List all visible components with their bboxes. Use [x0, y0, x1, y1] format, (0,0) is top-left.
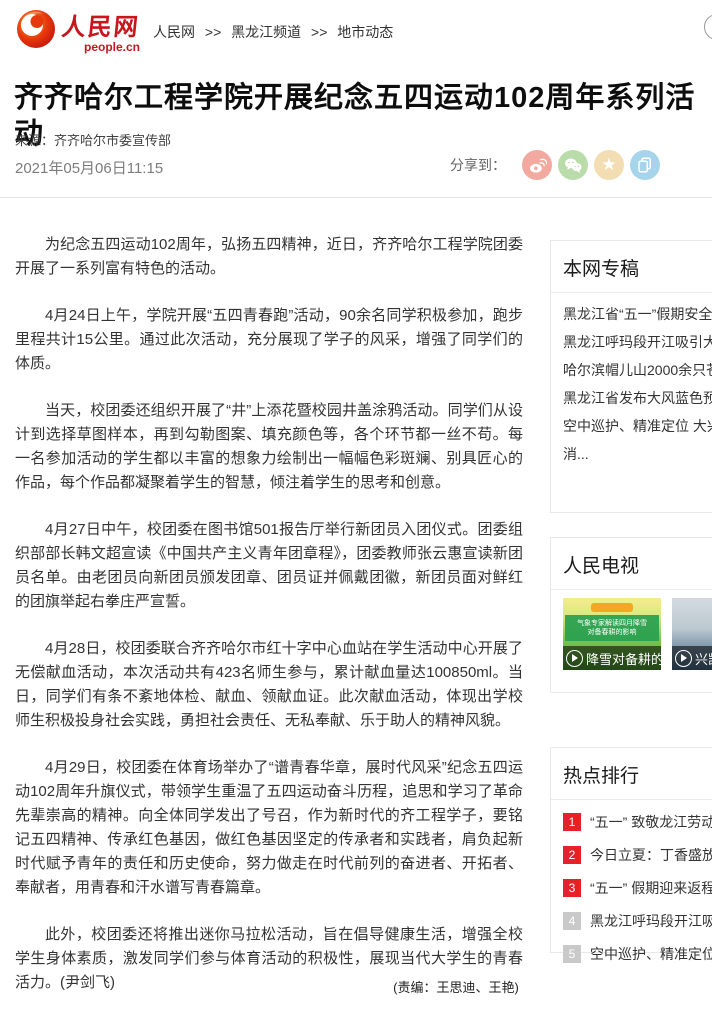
- breadcrumb-local-news[interactable]: 地市动态: [337, 24, 393, 40]
- article-date: 2021年05月06日11:15: [15, 157, 163, 178]
- video-caption: 兴凯湖: [695, 649, 712, 668]
- sidebar-tv-box: 人民电视 气象专家解读四月降雪 对备春耕的影响 降雪对备耕的 兴凯湖: [550, 537, 712, 693]
- people-cn-logo[interactable]: 人民网 people.cn: [14, 6, 140, 55]
- hot-link[interactable]: 2 今日立夏：丁香盛放时 沐: [563, 845, 712, 865]
- hot-title: 热点排行: [551, 748, 712, 800]
- video-overlay-text: 气象专家解读四月降雪 对备春耕的影响: [565, 615, 659, 641]
- hot-link[interactable]: 5 空中巡护、精准定位 大兴: [563, 944, 712, 964]
- breadcrumb-separator: >>: [311, 24, 327, 40]
- article-paragraph: 为纪念五四运动102周年，弘扬五四精神，近日，齐齐哈尔工程学院团委开展了一系列富…: [15, 233, 523, 281]
- news-article-page: 人民网 people.cn 人民网 >> 黑龙江频道 >> 地市动态 齐齐哈尔工…: [0, 0, 712, 1019]
- article-body: 为纪念五四运动102周年，弘扬五四精神，近日，齐齐哈尔工程学院团委开展了一系列富…: [15, 233, 523, 1018]
- tv-title: 人民电视: [551, 538, 712, 590]
- specials-link[interactable]: 黑龙江省发布大风蓝色预警信: [563, 384, 712, 412]
- specials-link[interactable]: 空中巡护、精准定位 大兴安岭消...: [563, 412, 712, 468]
- hot-link[interactable]: 3 “五一” 假期迎来返程高: [563, 878, 712, 898]
- specials-link[interactable]: 黑龙江省“五一”假期安全形: [563, 300, 712, 328]
- article-source: 来源：齐齐哈尔市委宣传部: [15, 130, 171, 149]
- hot-link[interactable]: 1 “五一” 致敬龙江劳动先: [563, 812, 712, 832]
- play-icon: [675, 650, 692, 667]
- rank-badge: 5: [563, 945, 581, 963]
- specials-link[interactable]: 黑龙江呼玛段开江吸引大批北: [563, 328, 712, 356]
- video-thumbnail-snow[interactable]: 气象专家解读四月降雪 对备春耕的影响 降雪对备耕的: [563, 598, 661, 670]
- hot-link[interactable]: 4 黑龙江呼玛段开江吸引大: [563, 911, 712, 931]
- rank-badge: 4: [563, 912, 581, 930]
- sidebar-hot-box: 热点排行 1 “五一” 致敬龙江劳动先 2 今日立夏：丁香盛放时 沐 3 “五一…: [550, 747, 712, 953]
- share-label: 分享到：: [450, 155, 506, 175]
- logo-en-text: people.cn: [84, 40, 140, 54]
- article-paragraph: 4月29日，校团委在体育场举办了“谱青春华章，展时代风采”纪念五四运动102周年…: [15, 756, 523, 900]
- rank-badge: 3: [563, 879, 581, 897]
- breadcrumb-separator: >>: [205, 24, 221, 40]
- article-paragraph: 4月28日，校团委联合齐齐哈尔市红十字中心血站在学生活动中心开展了无偿献血活动，…: [15, 637, 523, 733]
- people-swirl-icon: [14, 6, 58, 55]
- qzone-star-icon[interactable]: ★: [594, 150, 624, 180]
- share-bar: 分享到： ★: [450, 150, 660, 180]
- logo-cn-text: 人民网: [60, 7, 142, 42]
- editor-credit: (责编：王思迪、王艳): [0, 977, 712, 996]
- specials-title: 本网专稿: [551, 241, 712, 293]
- clipped-circle-button[interactable]: [704, 14, 712, 40]
- rank-badge: 2: [563, 846, 581, 864]
- article-paragraph: 当天，校团委还组织开展了“井”上添花暨校园井盖涂鸦活动。同学们从设计到选择草图样…: [15, 399, 523, 495]
- breadcrumb-people[interactable]: 人民网: [153, 24, 195, 40]
- header-divider: [0, 197, 712, 198]
- article-paragraph: 4月27日中午，校团委在图书馆501报告厅举行新团员入团仪式。团委组织部部长韩文…: [15, 518, 523, 614]
- weibo-icon[interactable]: [522, 150, 552, 180]
- wechat-icon[interactable]: [558, 150, 588, 180]
- rank-badge: 1: [563, 813, 581, 831]
- copy-icon[interactable]: [630, 150, 660, 180]
- breadcrumb-heilongjiang-channel[interactable]: 黑龙江频道: [231, 24, 301, 40]
- video-banner: [591, 603, 633, 612]
- play-icon: [566, 650, 583, 667]
- specials-link[interactable]: 哈尔滨帽儿山2000余只苍鹭“: [563, 356, 712, 384]
- sidebar-specials-box: 本网专稿 黑龙江省“五一”假期安全形 黑龙江呼玛段开江吸引大批北 哈尔滨帽儿山2…: [550, 240, 712, 513]
- breadcrumb: 人民网 >> 黑龙江频道 >> 地市动态: [153, 22, 393, 42]
- video-caption: 降雪对备耕的: [586, 649, 661, 668]
- article-paragraph: 4月24日上午，学院开展“五四青春跑”活动，90余名同学积极参加，跑步里程共计1…: [15, 304, 523, 376]
- video-thumbnail-lake[interactable]: 兴凯湖: [672, 598, 712, 670]
